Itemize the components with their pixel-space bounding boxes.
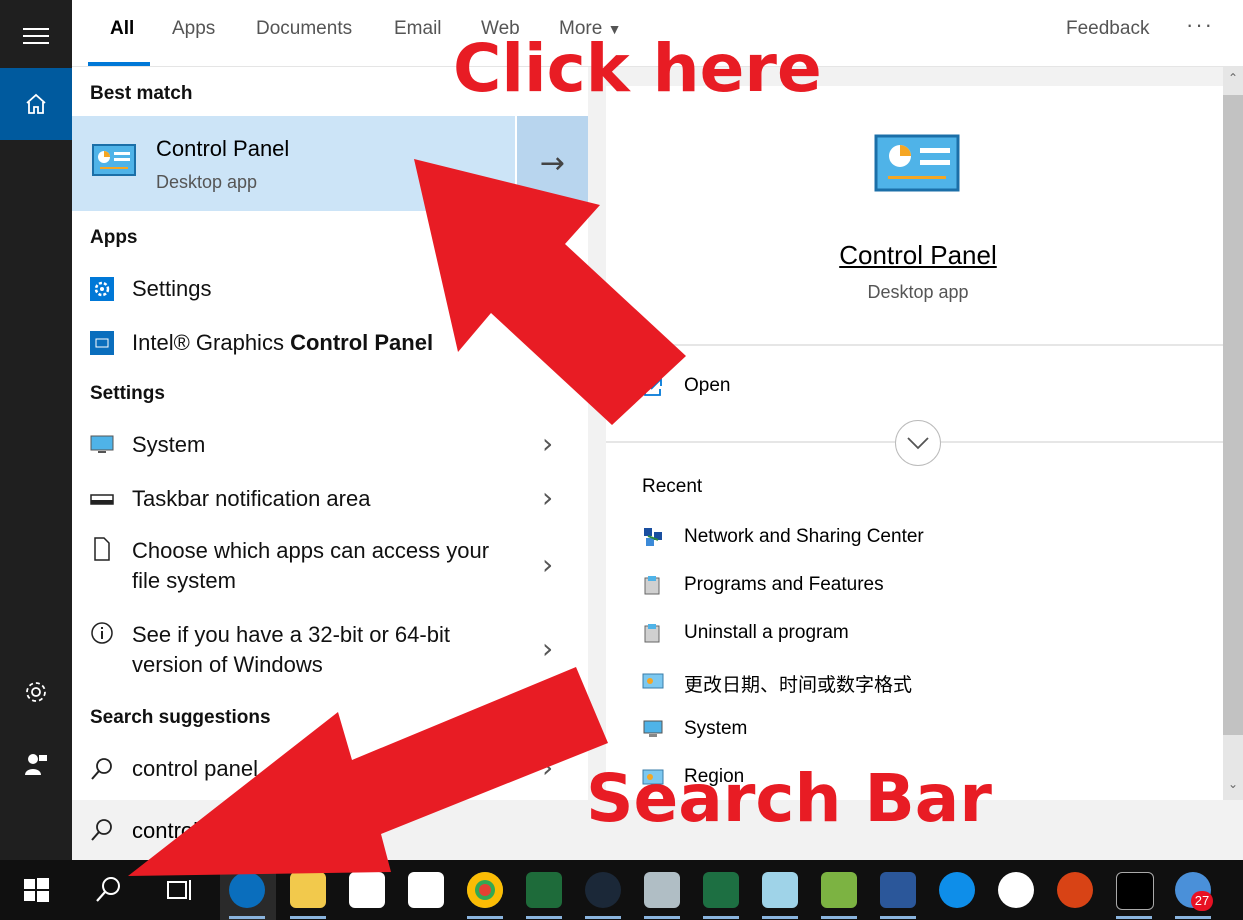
arrow-to-control-panel	[414, 159, 686, 425]
annotation-search-bar: Search Bar	[586, 760, 992, 837]
annotation-click-here: Click here	[453, 30, 822, 107]
arrow-to-search-bar	[128, 667, 608, 876]
